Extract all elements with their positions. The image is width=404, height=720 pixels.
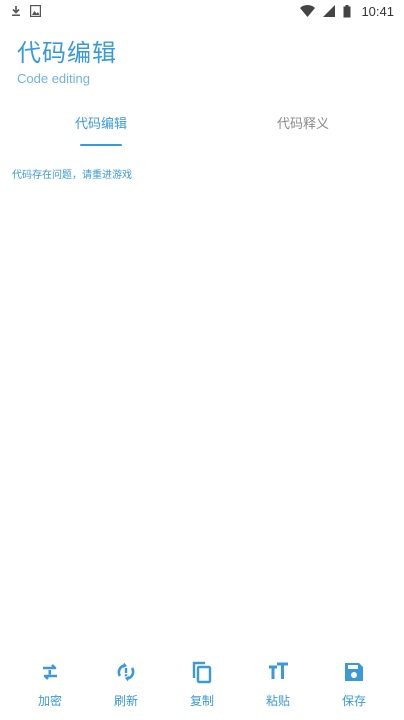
wifi-icon bbox=[300, 5, 316, 17]
paste-button[interactable]: 粘贴 bbox=[248, 660, 308, 709]
bottom-toolbar: 加密 刷新 复制 粘贴 保存 bbox=[0, 660, 404, 720]
status-bar: 10:41 bbox=[0, 0, 404, 22]
tab-active-indicator bbox=[80, 144, 122, 146]
encrypt-button[interactable]: 加密 bbox=[20, 660, 80, 709]
app-screen: 10:41 代码编辑 Code editing 代码编辑 代码释义 代码存在问题… bbox=[0, 0, 404, 720]
tab-label: 代码释义 bbox=[276, 117, 329, 132]
status-right: 10:41 bbox=[300, 4, 394, 19]
save-icon bbox=[342, 660, 366, 684]
tab-label: 代码编辑 bbox=[74, 117, 127, 132]
save-label: 保存 bbox=[341, 694, 366, 708]
refresh-icon bbox=[114, 660, 138, 684]
status-left bbox=[10, 5, 41, 17]
paste-icon bbox=[266, 660, 290, 684]
status-time: 10:41 bbox=[361, 3, 394, 19]
page-title: 代码编辑 bbox=[17, 39, 117, 67]
image-icon bbox=[30, 5, 41, 17]
copy-label: 复制 bbox=[189, 694, 214, 708]
tab-bar: 代码编辑 代码释义 bbox=[0, 112, 404, 148]
save-button[interactable]: 保存 bbox=[324, 660, 384, 709]
copy-icon bbox=[190, 660, 214, 684]
page-subtitle: Code editing bbox=[17, 71, 90, 86]
encrypt-icon bbox=[38, 660, 62, 684]
copy-button[interactable]: 复制 bbox=[172, 660, 232, 709]
paste-label: 粘贴 bbox=[265, 694, 290, 708]
tab-code-editing[interactable]: 代码编辑 bbox=[0, 112, 202, 148]
header: 代码编辑 Code editing bbox=[17, 38, 117, 86]
tab-code-explanation[interactable]: 代码释义 bbox=[202, 112, 404, 148]
download-icon bbox=[10, 5, 22, 17]
refresh-label: 刷新 bbox=[113, 694, 138, 708]
editor-content[interactable]: 代码存在问题，请重进游戏 bbox=[12, 166, 392, 181]
encrypt-label: 加密 bbox=[37, 694, 62, 708]
signal-icon bbox=[323, 5, 336, 17]
battery-icon bbox=[343, 4, 351, 18]
error-message: 代码存在问题，请重进游戏 bbox=[12, 170, 132, 181]
refresh-button[interactable]: 刷新 bbox=[96, 660, 156, 709]
